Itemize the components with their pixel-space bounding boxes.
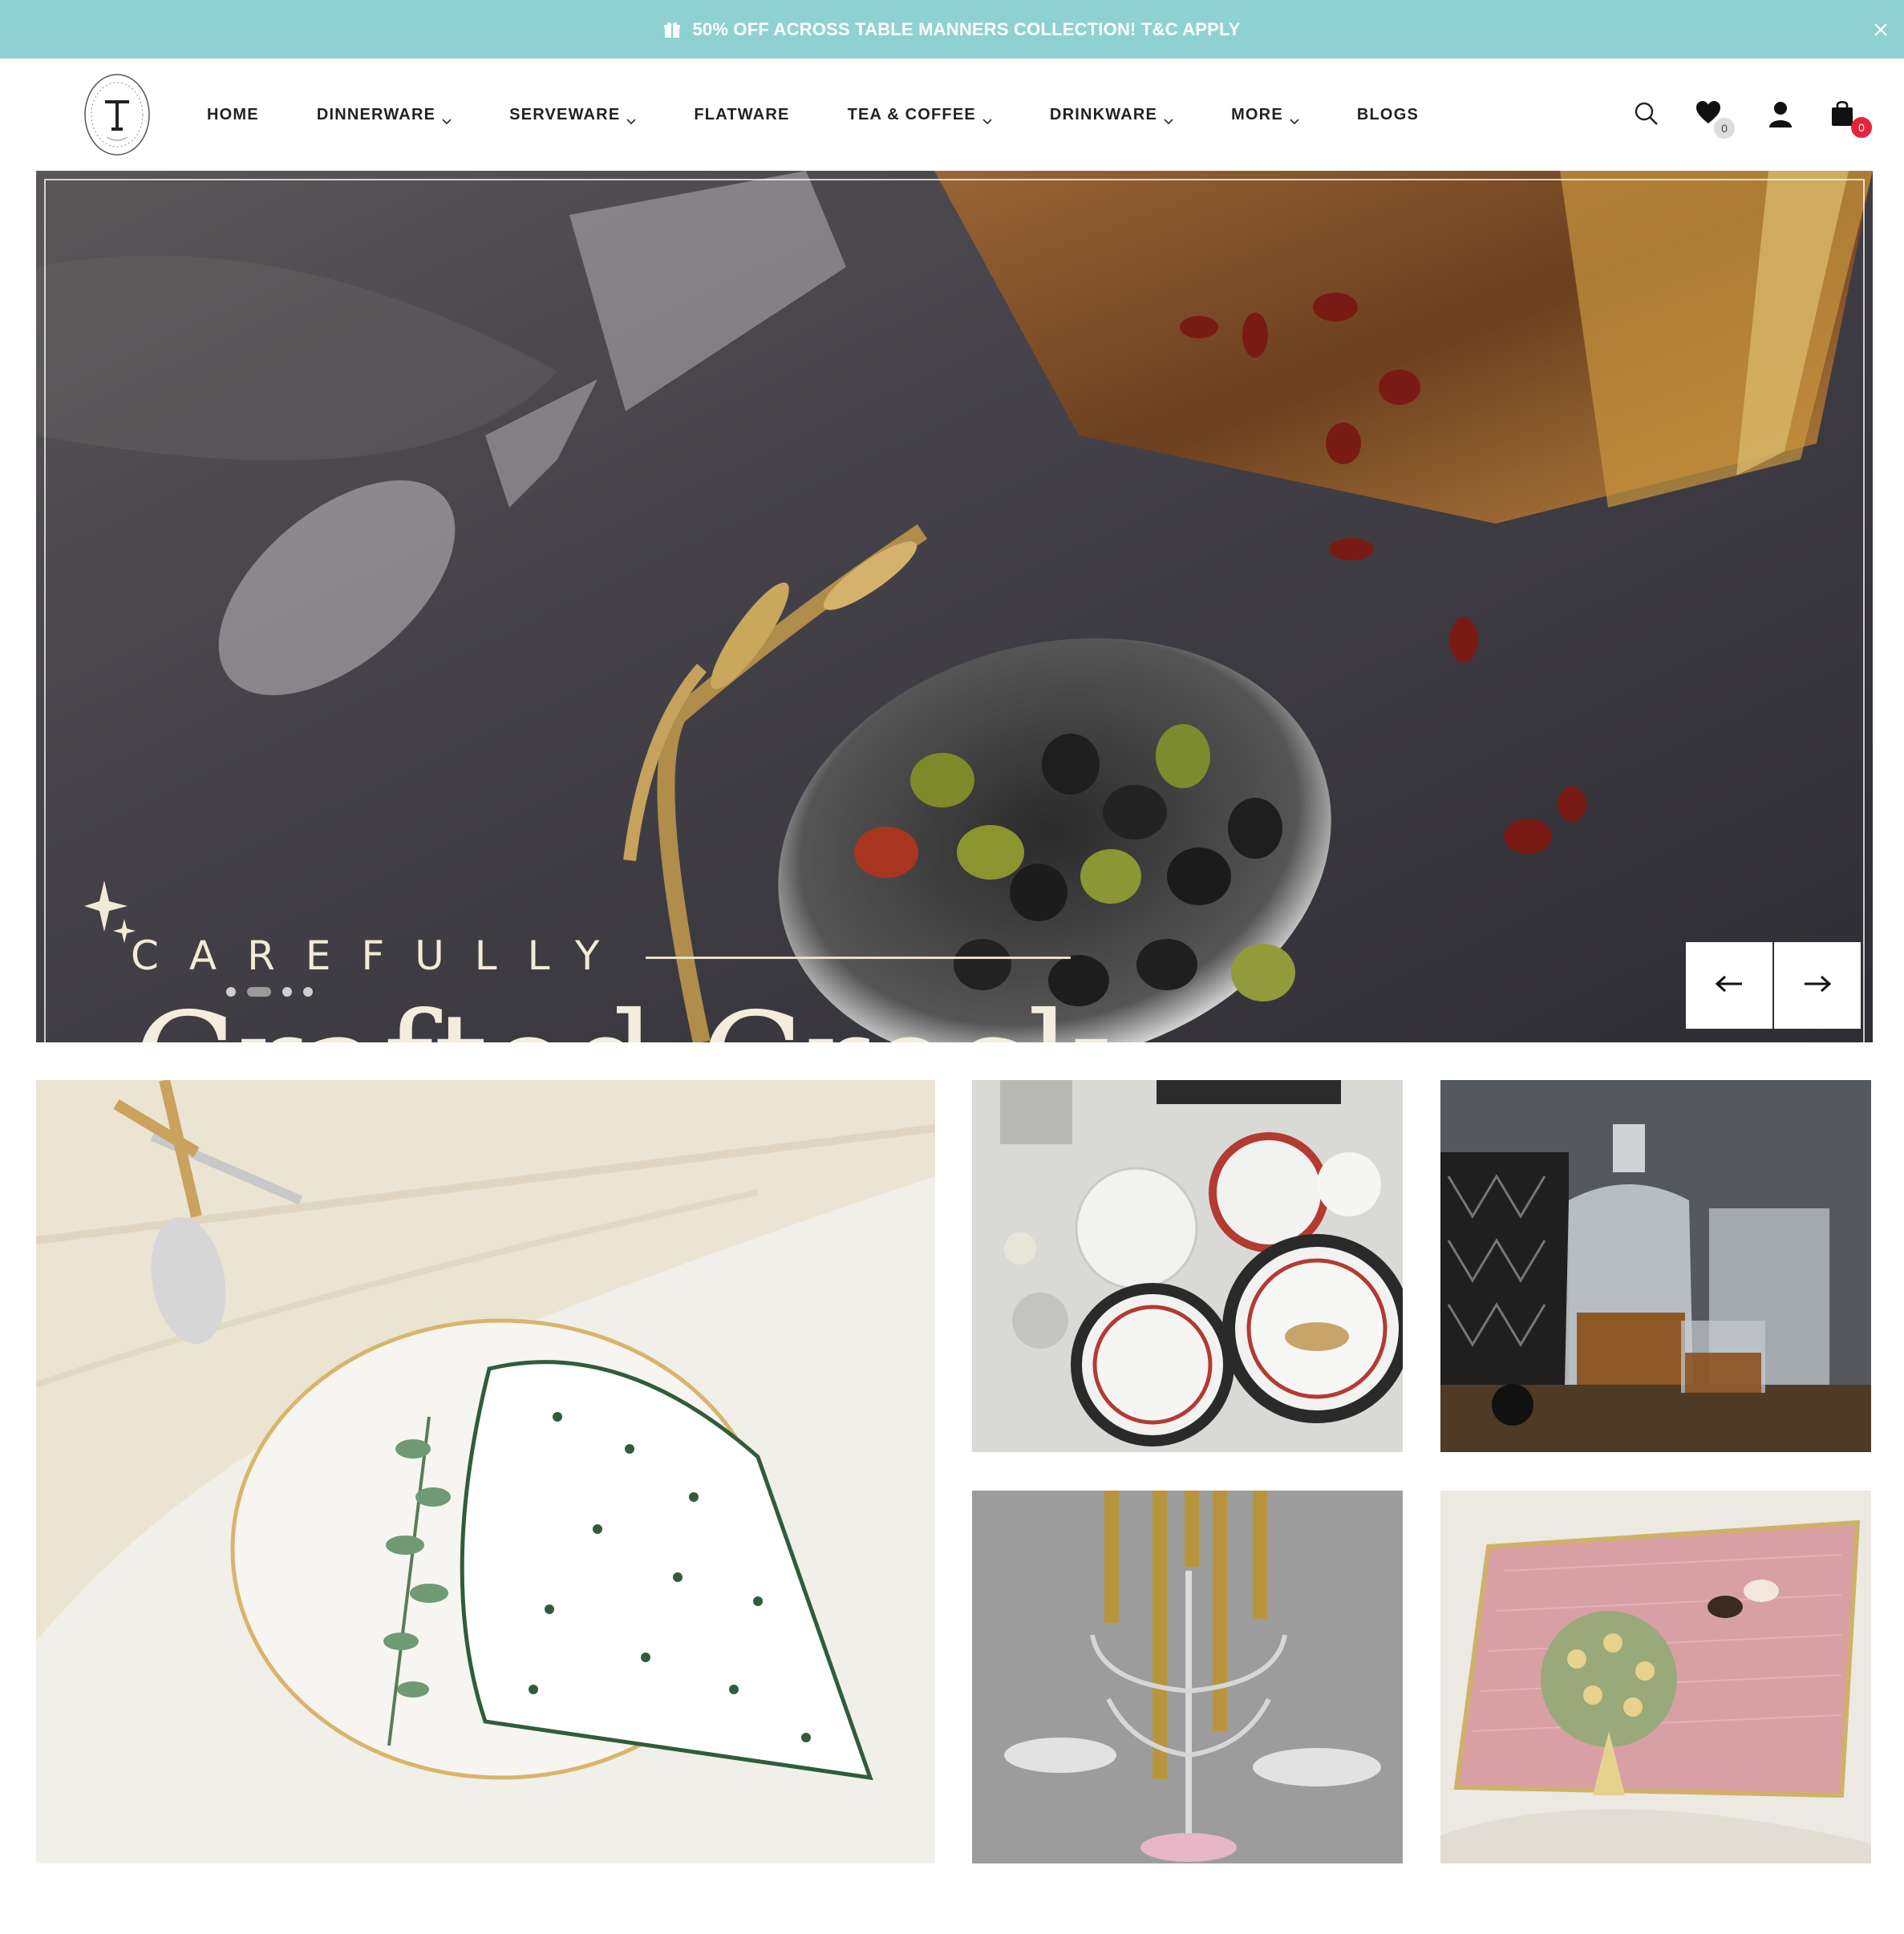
collection-tile-dinner-plates[interactable]: [972, 1080, 1403, 1452]
nav-blogs[interactable]: BLOGS: [1357, 106, 1419, 124]
collection-tile-trays[interactable]: [1440, 1491, 1871, 1863]
nav-label: MORE: [1231, 105, 1283, 123]
arrow-left-icon: [1715, 975, 1744, 997]
collection-tile-candelabra[interactable]: [972, 1491, 1403, 1863]
candelabra-image: [972, 1491, 1403, 1863]
prev-slide-button[interactable]: [1686, 942, 1772, 1029]
pink-tray-image: [1440, 1491, 1871, 1863]
hero-headline: CAREFULLY: [131, 933, 630, 979]
wishlist-button[interactable]: 0: [1695, 100, 1735, 139]
user-icon[interactable]: [1768, 100, 1800, 132]
napkin-plate-image: [36, 1080, 935, 1863]
wishlist-count-badge: 0: [1714, 118, 1735, 139]
cart-button[interactable]: 0: [1830, 99, 1872, 138]
nav-label: BLOGS: [1356, 105, 1419, 123]
search-icon[interactable]: [1633, 100, 1665, 132]
nav-label: DINNERWARE: [316, 105, 436, 123]
nav-more[interactable]: MORE: [1231, 105, 1299, 125]
announcement-text: 50% OFF ACROSS TABLE MANNERS COLLECTION!…: [692, 18, 1241, 39]
nav-label: TEA & COFFEE: [847, 105, 976, 123]
slider-arrows: [1686, 942, 1862, 1029]
nav-flatware[interactable]: FLATWARE: [694, 106, 789, 124]
nav-home[interactable]: HOME: [207, 106, 259, 124]
collection-tile-napkins[interactable]: [36, 1080, 935, 1863]
arrow-right-icon: [1803, 975, 1832, 997]
decanter-image: [1440, 1080, 1871, 1452]
hero-script-text: Crafted Crock: [132, 995, 1110, 1042]
chevron-down-icon: [982, 111, 992, 125]
nav-label: SERVEWARE: [509, 105, 621, 123]
headline-divider: [646, 957, 1071, 959]
nav-dinnerware[interactable]: DINNERWARE: [316, 105, 452, 125]
nav-label: FLATWARE: [694, 105, 790, 123]
chevron-down-icon: [1290, 111, 1299, 125]
hero-slider: CAREFULLY Crafted Crock: [36, 171, 1873, 1042]
nav-serveware[interactable]: SERVEWARE: [509, 105, 637, 125]
collection-tile-drinkware[interactable]: [1440, 1080, 1871, 1452]
nav-label: HOME: [207, 105, 259, 123]
nav-tea-coffee[interactable]: TEA & COFFEE: [847, 105, 992, 125]
gift-icon: [663, 21, 681, 38]
main-nav: HOME DINNERWARE SERVEWARE FLATWARE TEA &…: [207, 59, 1477, 171]
close-icon[interactable]: [1867, 16, 1894, 43]
hero-image: [36, 171, 1873, 1042]
chevron-down-icon: [442, 111, 452, 125]
next-slide-button[interactable]: [1774, 942, 1861, 1029]
cheetah-plates-image: [972, 1080, 1403, 1452]
site-header: HOME DINNERWARE SERVEWARE FLATWARE TEA &…: [0, 59, 1904, 171]
chevron-down-icon: [626, 111, 637, 125]
chevron-down-icon: [1164, 111, 1173, 125]
nav-drinkware[interactable]: DRINKWARE: [1049, 105, 1173, 125]
cart-count-badge: 0: [1851, 117, 1872, 138]
logo[interactable]: [83, 71, 152, 158]
announcement-bar: 50% OFF ACROSS TABLE MANNERS COLLECTION!…: [0, 0, 1904, 59]
nav-label: DRINKWARE: [1049, 105, 1158, 123]
